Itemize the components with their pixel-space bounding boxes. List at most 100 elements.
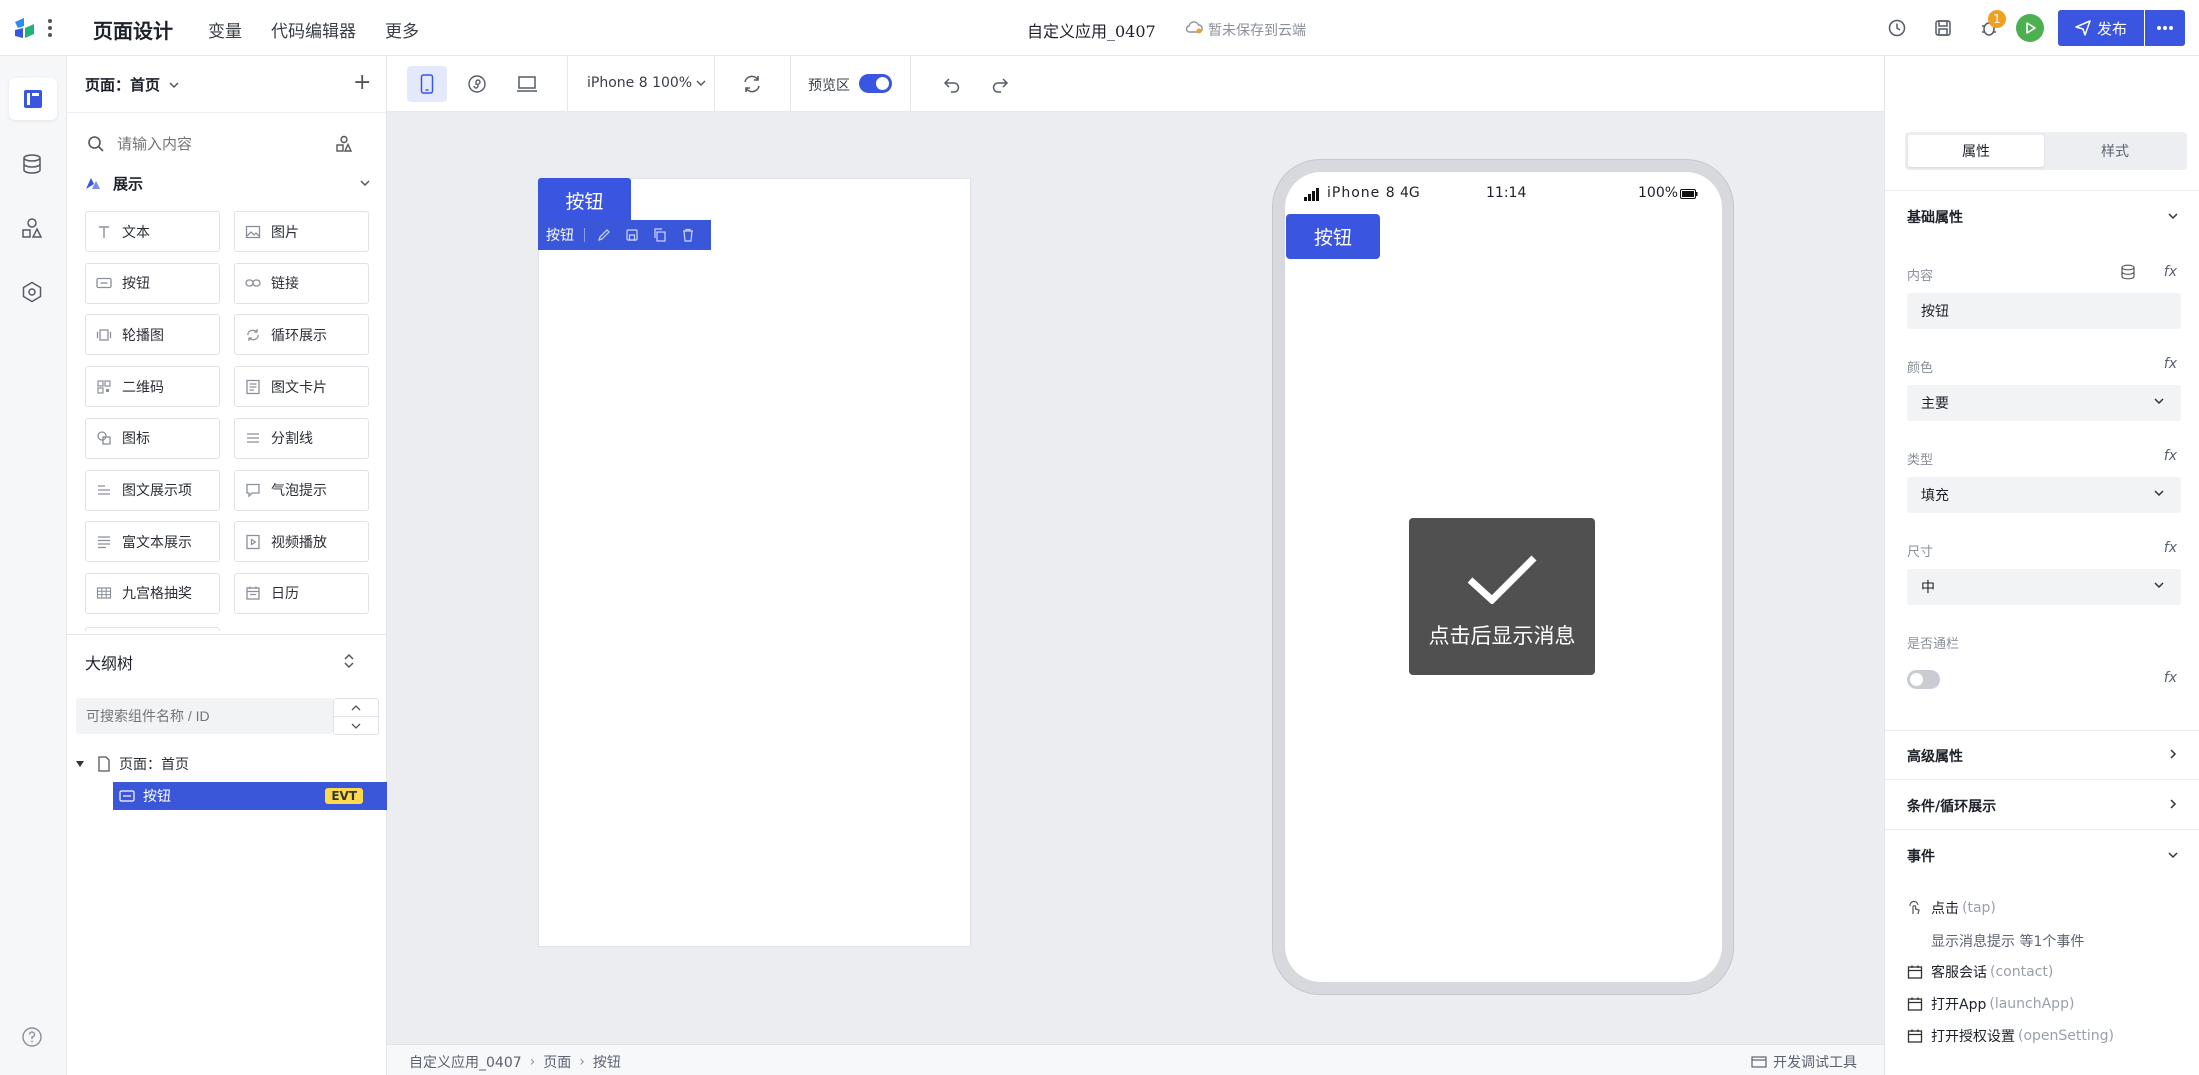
chevron-up-icon xyxy=(351,704,361,710)
save-icon[interactable] xyxy=(625,228,639,242)
fx-icon[interactable]: fx xyxy=(2164,356,2177,372)
color-select[interactable]: 主要 xyxy=(1907,385,2181,421)
help-icon[interactable] xyxy=(21,1026,43,1048)
tab-style[interactable]: 样式 xyxy=(2047,135,2183,167)
event-launchapp[interactable]: 打开App (launchApp) xyxy=(1907,994,2074,1014)
component-search[interactable] xyxy=(85,126,375,162)
component-image[interactable]: 图片 xyxy=(234,211,369,252)
device-desktop-button[interactable] xyxy=(507,66,547,102)
fx-icon[interactable]: fx xyxy=(2164,540,2177,556)
publish-button[interactable]: 发布 xyxy=(2058,10,2144,46)
component-video[interactable]: 视频播放 xyxy=(234,521,369,563)
data-binding-icon[interactable] xyxy=(2120,264,2136,280)
phone-button[interactable]: 按钮 xyxy=(1286,214,1380,259)
breadcrumb-app[interactable]: 自定义应用_0407 xyxy=(409,1052,522,1072)
component-divider[interactable]: 分割线 xyxy=(234,417,369,459)
history-icon[interactable] xyxy=(1884,15,1910,41)
shapes-icon[interactable] xyxy=(21,217,43,239)
component-list-item[interactable]: 图文展示项 xyxy=(85,469,220,511)
publish-more-button[interactable] xyxy=(2145,10,2185,46)
prev-match-button[interactable] xyxy=(334,699,378,717)
selected-button[interactable]: 按钮 xyxy=(538,178,631,223)
caret-down-icon[interactable] xyxy=(75,760,85,768)
devtools-icon xyxy=(1751,1056,1767,1068)
devtools-button[interactable]: 开发调试工具 xyxy=(1751,1052,1857,1072)
save-status: 暂未保存到云端 xyxy=(1208,23,1306,39)
toggle-knob xyxy=(876,77,889,90)
block-toggle[interactable] xyxy=(1907,670,1940,689)
undo-icon[interactable] xyxy=(942,74,962,94)
tree-node-button[interactable]: 按钮 EVT xyxy=(113,782,387,810)
rail-pages-button[interactable] xyxy=(9,78,57,120)
settings-hex-icon[interactable] xyxy=(21,281,43,303)
component-library-icon[interactable] xyxy=(335,135,353,153)
component-calendar[interactable]: 日历 xyxy=(234,572,369,614)
device-mobile-button[interactable] xyxy=(407,66,447,102)
chevron-down-icon[interactable] xyxy=(2167,212,2179,220)
device-miniapp-button[interactable] xyxy=(457,66,497,102)
component-loop[interactable]: 循环展示 xyxy=(234,314,369,356)
fx-icon[interactable]: fx xyxy=(2164,264,2177,280)
event-tap[interactable]: 点击 (tap) xyxy=(1907,898,1996,918)
run-preview-button[interactable] xyxy=(2016,14,2044,42)
breadcrumb-page[interactable]: 页面 xyxy=(543,1052,571,1072)
component-richtext[interactable]: 富文本展示 xyxy=(85,521,220,563)
page-selector[interactable]: 页面：首页 xyxy=(85,74,180,95)
more-vertical-icon[interactable] xyxy=(46,16,54,40)
outline-search-input[interactable] xyxy=(86,708,316,724)
chevron-right-icon[interactable] xyxy=(2169,748,2177,760)
event-contact[interactable]: 客服会话 (contact) xyxy=(1907,962,2053,982)
chevron-down-icon[interactable] xyxy=(2167,851,2179,859)
delete-icon[interactable] xyxy=(681,228,695,242)
preview-toggle[interactable] xyxy=(859,74,892,93)
component-qrcode[interactable]: 二维码 xyxy=(85,366,220,408)
miniapp-icon xyxy=(468,75,486,93)
mobile-icon xyxy=(420,74,434,94)
design-page[interactable] xyxy=(538,178,971,947)
fx-icon[interactable]: fx xyxy=(2164,670,2177,686)
component-link[interactable]: 链接 xyxy=(234,262,369,304)
component-text[interactable]: 文本 xyxy=(85,211,220,252)
nav-variables[interactable]: 变量 xyxy=(208,17,242,42)
advanced-section-title[interactable]: 高级属性 xyxy=(1907,746,1963,766)
search-input[interactable] xyxy=(117,135,327,153)
basic-section-title[interactable]: 基础属性 xyxy=(1907,207,1963,227)
device-zoom-select[interactable]: iPhone 8 100% xyxy=(587,75,706,91)
notification-badge: 1 xyxy=(1988,10,2006,28)
condition-section-title[interactable]: 条件/循环展示 xyxy=(1907,796,1996,816)
copy-icon[interactable] xyxy=(653,228,667,242)
expand-collapse-icon[interactable] xyxy=(342,652,356,670)
breadcrumb: 自定义应用_0407 › 页面 › 按钮 xyxy=(409,1052,621,1072)
component-bubble[interactable]: 气泡提示 xyxy=(234,469,369,511)
size-select[interactable]: 中 xyxy=(1907,569,2181,605)
tree-node-root[interactable]: 页面：首页 xyxy=(67,749,387,779)
breadcrumb-component[interactable]: 按钮 xyxy=(593,1052,621,1072)
database-icon[interactable] xyxy=(21,153,43,175)
event-tap-detail[interactable]: 显示消息提示 等1个事件 xyxy=(1931,931,2084,951)
component-icon[interactable]: 图标 xyxy=(85,417,220,459)
outline-search[interactable] xyxy=(76,698,333,734)
save-icon[interactable] xyxy=(1930,15,1956,41)
chevron-right-icon[interactable] xyxy=(2169,798,2177,810)
component-button[interactable]: 按钮 xyxy=(85,262,220,304)
tab-properties[interactable]: 属性 xyxy=(1908,135,2044,167)
edit-icon[interactable] xyxy=(597,228,611,242)
add-page-button[interactable]: + xyxy=(353,72,371,94)
fx-icon[interactable]: fx xyxy=(2164,448,2177,464)
component-carousel[interactable]: 轮播图 xyxy=(85,314,220,356)
events-section-title[interactable]: 事件 xyxy=(1907,846,1935,866)
canvas-toolbar: iPhone 8 100% 预览区 xyxy=(387,56,1884,112)
category-header[interactable]: 展示 xyxy=(85,170,375,196)
next-match-button[interactable] xyxy=(334,717,378,734)
nav-code-editor[interactable]: 代码编辑器 xyxy=(271,17,356,42)
nav-more[interactable]: 更多 xyxy=(385,17,419,42)
type-select[interactable]: 填充 xyxy=(1907,477,2181,513)
refresh-icon[interactable] xyxy=(741,73,763,95)
event-opensetting[interactable]: 打开授权设置 (openSetting) xyxy=(1907,1026,2114,1046)
redo-icon[interactable] xyxy=(990,74,1010,94)
calendar-icon xyxy=(246,586,260,601)
component-grid-lottery[interactable]: 九宫格抽奖 xyxy=(85,572,220,614)
component-card[interactable]: 图文卡片 xyxy=(234,366,369,408)
content-value: 按钮 xyxy=(1921,304,1949,320)
content-input[interactable]: 按钮 xyxy=(1907,293,2181,329)
